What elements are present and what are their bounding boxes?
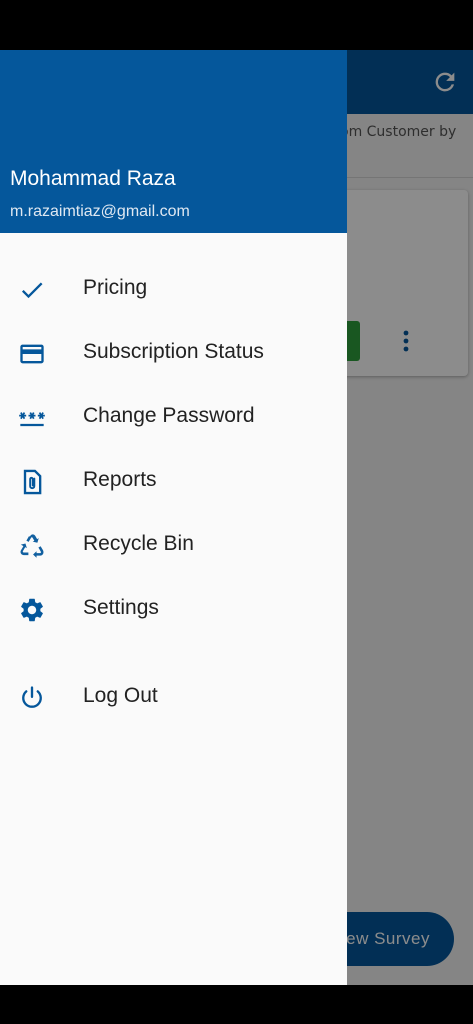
- password-icon: [18, 404, 46, 432]
- menu-item-label: Recycle Bin: [83, 532, 194, 555]
- menu-item-label: Reports: [83, 468, 157, 491]
- menu-item-label: Settings: [83, 596, 159, 619]
- navigation-drawer: Mohammad Raza m.razaimtiaz@gmail.com Pri…: [0, 50, 347, 985]
- menu-item-label: Change Password: [83, 404, 255, 427]
- menu-item-subscription-status[interactable]: Subscription Status: [0, 326, 347, 382]
- menu-item-recycle-bin[interactable]: Recycle Bin: [0, 518, 347, 574]
- menu-item-change-password[interactable]: Change Password: [0, 390, 347, 446]
- power-icon: [18, 684, 46, 712]
- menu-item-label: Subscription Status: [83, 340, 264, 363]
- recycle-icon: [18, 532, 46, 560]
- menu-item-log-out[interactable]: Log Out: [0, 670, 347, 726]
- gear-icon: [18, 596, 46, 624]
- check-icon: [18, 276, 46, 304]
- drawer-header: Mohammad Raza m.razaimtiaz@gmail.com: [0, 50, 347, 233]
- navigation-bar: [0, 985, 473, 1024]
- menu-item-reports[interactable]: Reports: [0, 454, 347, 510]
- user-email: m.razaimtiaz@gmail.com: [10, 203, 190, 220]
- credit-card-icon: [18, 340, 46, 368]
- document-attachment-icon: [18, 468, 46, 496]
- menu-item-label: Pricing: [83, 276, 148, 299]
- menu-item-label: Log Out: [83, 684, 158, 707]
- menu-item-settings[interactable]: Settings: [0, 582, 347, 638]
- status-bar: [0, 0, 473, 50]
- user-name: Mohammad Raza: [10, 167, 176, 190]
- menu-item-pricing[interactable]: Pricing: [0, 262, 347, 318]
